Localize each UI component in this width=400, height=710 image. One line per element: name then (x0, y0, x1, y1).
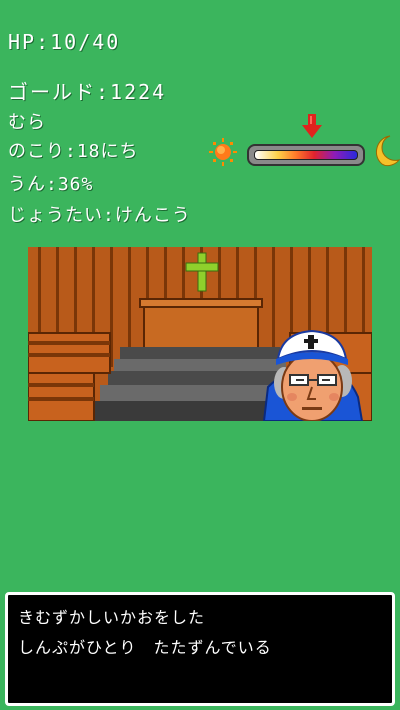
sun-icon (209, 138, 237, 166)
church-interior-image (28, 247, 372, 421)
message-line-2: しんぷがひとり たたずんでいる (18, 638, 272, 657)
time-of-day-gauge (205, 112, 400, 174)
condition-readout: じょうたい:けんこう (8, 205, 191, 226)
message-line-1: きむずかしいかおをした (18, 608, 206, 627)
down-arrow-icon (301, 114, 322, 138)
luck-readout: うん:36% (8, 174, 94, 195)
location-label: むら (8, 112, 46, 133)
message-box[interactable]: きむずかしいかおをした しんぷがひとり たたずんでいる (5, 592, 395, 706)
time-gauge-fill (254, 150, 358, 160)
crescent-moon-icon (375, 135, 400, 167)
hp-readout: HP:10/40 (8, 30, 121, 54)
gold-readout: ゴールド:1224 (8, 80, 167, 104)
church-scene (28, 247, 372, 421)
days-left-readout: のこり:18にち (8, 141, 139, 162)
time-gauge-bar (247, 144, 365, 166)
